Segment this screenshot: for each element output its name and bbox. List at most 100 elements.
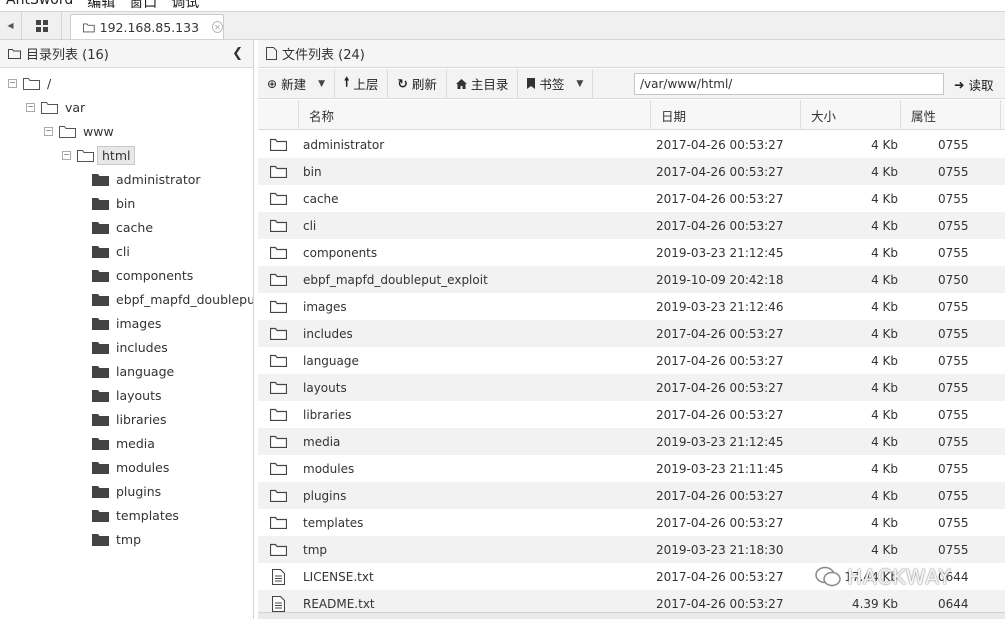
table-row[interactable]: layouts 2017-04-26 00:53:27 4 Kb 0755: [258, 374, 1005, 401]
tree-toggle-icon[interactable]: −: [62, 150, 71, 160]
table-row[interactable]: bin 2017-04-26 00:53:27 4 Kb 0755: [258, 158, 1005, 185]
home-icon: [455, 78, 467, 89]
column-header-name[interactable]: 名称: [299, 100, 651, 130]
table-row[interactable]: libraries 2017-04-26 00:53:27 4 Kb 0755: [258, 401, 1005, 428]
tab-host[interactable]: 192.168.85.133 ✕: [70, 14, 224, 39]
tree-node-html[interactable]: − html: [62, 144, 136, 166]
row-size: 4 Kb: [871, 272, 898, 287]
table-row[interactable]: media 2019-03-23 21:12:45 4 Kb 0755: [258, 428, 1005, 455]
row-name: LICENSE.txt: [303, 569, 374, 584]
row-icon-cell: [258, 563, 298, 590]
table-row[interactable]: includes 2017-04-26 00:53:27 4 Kb 0755: [258, 320, 1005, 347]
tree-node-child[interactable]: cache: [92, 216, 153, 238]
row-icon-cell: [258, 293, 298, 320]
column-header-size[interactable]: 大小: [801, 100, 901, 130]
table-row[interactable]: components 2019-03-23 21:12:45 4 Kb 0755: [258, 239, 1005, 266]
horizontal-scrollbar[interactable]: [258, 612, 1005, 619]
row-attr: 0750: [938, 272, 969, 287]
watermark: HACKWAY: [815, 565, 952, 589]
row-attr: 0755: [938, 191, 969, 206]
refresh-button[interactable]: ↻ 刷新: [388, 68, 447, 99]
folder-outline-icon: [23, 77, 40, 90]
folder-outline-icon: [269, 462, 287, 475]
tree-node-child[interactable]: plugins: [92, 480, 161, 502]
home-button-label: 主目录: [470, 77, 509, 92]
row-size: 4 Kb: [871, 488, 898, 503]
row-name: images: [303, 299, 347, 314]
bookmark-button[interactable]: 书签 ▼: [518, 68, 594, 99]
tree-label: administrator: [116, 171, 201, 187]
row-size: 4 Kb: [871, 542, 898, 557]
path-input[interactable]: [634, 73, 944, 95]
table-row[interactable]: tmp 2019-03-23 21:18:30 4 Kb 0755: [258, 536, 1005, 563]
folder-outline-icon: [269, 408, 287, 421]
tree-node-child[interactable]: tmp: [92, 528, 141, 550]
collapse-panel-icon[interactable]: ❮: [232, 46, 243, 61]
tree-node-child[interactable]: includes: [92, 336, 168, 358]
tree-node-child[interactable]: cli: [92, 240, 130, 262]
read-button[interactable]: ➜ 读取: [954, 69, 994, 99]
tree-node-www[interactable]: − www: [44, 120, 114, 142]
arrow-right-icon: ➜: [954, 76, 965, 92]
table-row[interactable]: cli 2017-04-26 00:53:27 4 Kb 0755: [258, 212, 1005, 239]
tree-node-child[interactable]: modules: [92, 456, 169, 478]
tree-node-child[interactable]: bin: [92, 192, 135, 214]
row-icon-cell: [258, 401, 298, 428]
row-name: media: [303, 434, 341, 449]
bookmark-button-label: 书签: [539, 77, 565, 92]
row-date: 2019-10-09 20:42:18: [656, 272, 784, 287]
file-toolbar: ⊕ 新建 ▼ 🠕 上层 ↻ 刷新 主目录 书签 ▼ ➜ 读取: [258, 68, 1005, 99]
table-row[interactable]: templates 2017-04-26 00:53:27 4 Kb 0755: [258, 509, 1005, 536]
new-button[interactable]: ⊕ 新建 ▼: [258, 68, 335, 99]
row-icon-cell: [258, 455, 298, 482]
menu-item-debug[interactable]: 调试: [171, 0, 199, 11]
row-size: 4 Kb: [871, 137, 898, 152]
table-row[interactable]: language 2017-04-26 00:53:27 4 Kb 0755: [258, 347, 1005, 374]
row-date: 2019-03-23 21:12:46: [656, 299, 784, 314]
tree-node-child[interactable]: administrator: [92, 168, 201, 190]
row-date: 2017-04-26 00:53:27: [656, 353, 784, 368]
tree-node-child[interactable]: language: [92, 360, 174, 382]
table-row[interactable]: cache 2017-04-26 00:53:27 4 Kb 0755: [258, 185, 1005, 212]
table-row[interactable]: modules 2019-03-23 21:11:45 4 Kb 0755: [258, 455, 1005, 482]
table-row[interactable]: README.txt 2017-04-26 00:53:27 4.39 Kb 0644: [258, 590, 1005, 612]
tree-node-root[interactable]: − /: [8, 72, 51, 94]
close-icon[interactable]: ✕: [212, 21, 223, 33]
tree-toggle-icon[interactable]: −: [44, 126, 53, 136]
row-icon-cell: [258, 158, 298, 185]
tree-node-var[interactable]: − var: [26, 96, 85, 118]
folder-icon: [92, 437, 109, 450]
tab-home[interactable]: [22, 12, 62, 39]
folder-outline-icon: [59, 125, 76, 138]
folder-icon: [92, 509, 109, 522]
tree-node-child[interactable]: templates: [92, 504, 179, 526]
table-row[interactable]: plugins 2017-04-26 00:53:27 4 Kb 0755: [258, 482, 1005, 509]
folder-icon: [92, 365, 109, 378]
row-name: plugins: [303, 488, 347, 503]
column-header-date[interactable]: 日期: [651, 100, 801, 130]
tree-node-child[interactable]: layouts: [92, 384, 162, 406]
tree-label: templates: [116, 507, 179, 523]
tree-toggle-icon[interactable]: −: [26, 102, 35, 112]
tab-scroll-left-icon[interactable]: ◀: [0, 12, 22, 39]
row-icon-cell: [258, 320, 298, 347]
tree-node-child[interactable]: libraries: [92, 408, 167, 430]
tree-node-child[interactable]: media: [92, 432, 155, 454]
table-row[interactable]: administrator 2017-04-26 00:53:27 4 Kb 0755: [258, 131, 1005, 158]
menu-item-app[interactable]: AntSword: [6, 0, 73, 10]
tree-node-child[interactable]: components: [92, 264, 193, 286]
folder-outline-icon: [83, 22, 95, 32]
menu-item-window[interactable]: 窗口: [129, 0, 157, 11]
row-icon-cell: [258, 482, 298, 509]
up-button[interactable]: 🠕 上层: [335, 68, 389, 99]
tree-node-child[interactable]: ebpf_mapfd_doubleput_exploit: [92, 288, 253, 310]
tree-node-child[interactable]: images: [92, 312, 161, 334]
home-button[interactable]: 主目录: [447, 68, 519, 99]
column-header-attr[interactable]: 属性: [901, 100, 1001, 130]
table-row[interactable]: images 2019-03-23 21:12:46 4 Kb 0755: [258, 293, 1005, 320]
menu-item-edit[interactable]: 编辑: [87, 0, 115, 11]
tree-toggle-icon[interactable]: −: [8, 78, 17, 88]
grid-icon: [35, 19, 48, 32]
table-row[interactable]: ebpf_mapfd_doubleput_exploit 2019-10-09 2…: [258, 266, 1005, 293]
tree-label: modules: [116, 459, 170, 475]
